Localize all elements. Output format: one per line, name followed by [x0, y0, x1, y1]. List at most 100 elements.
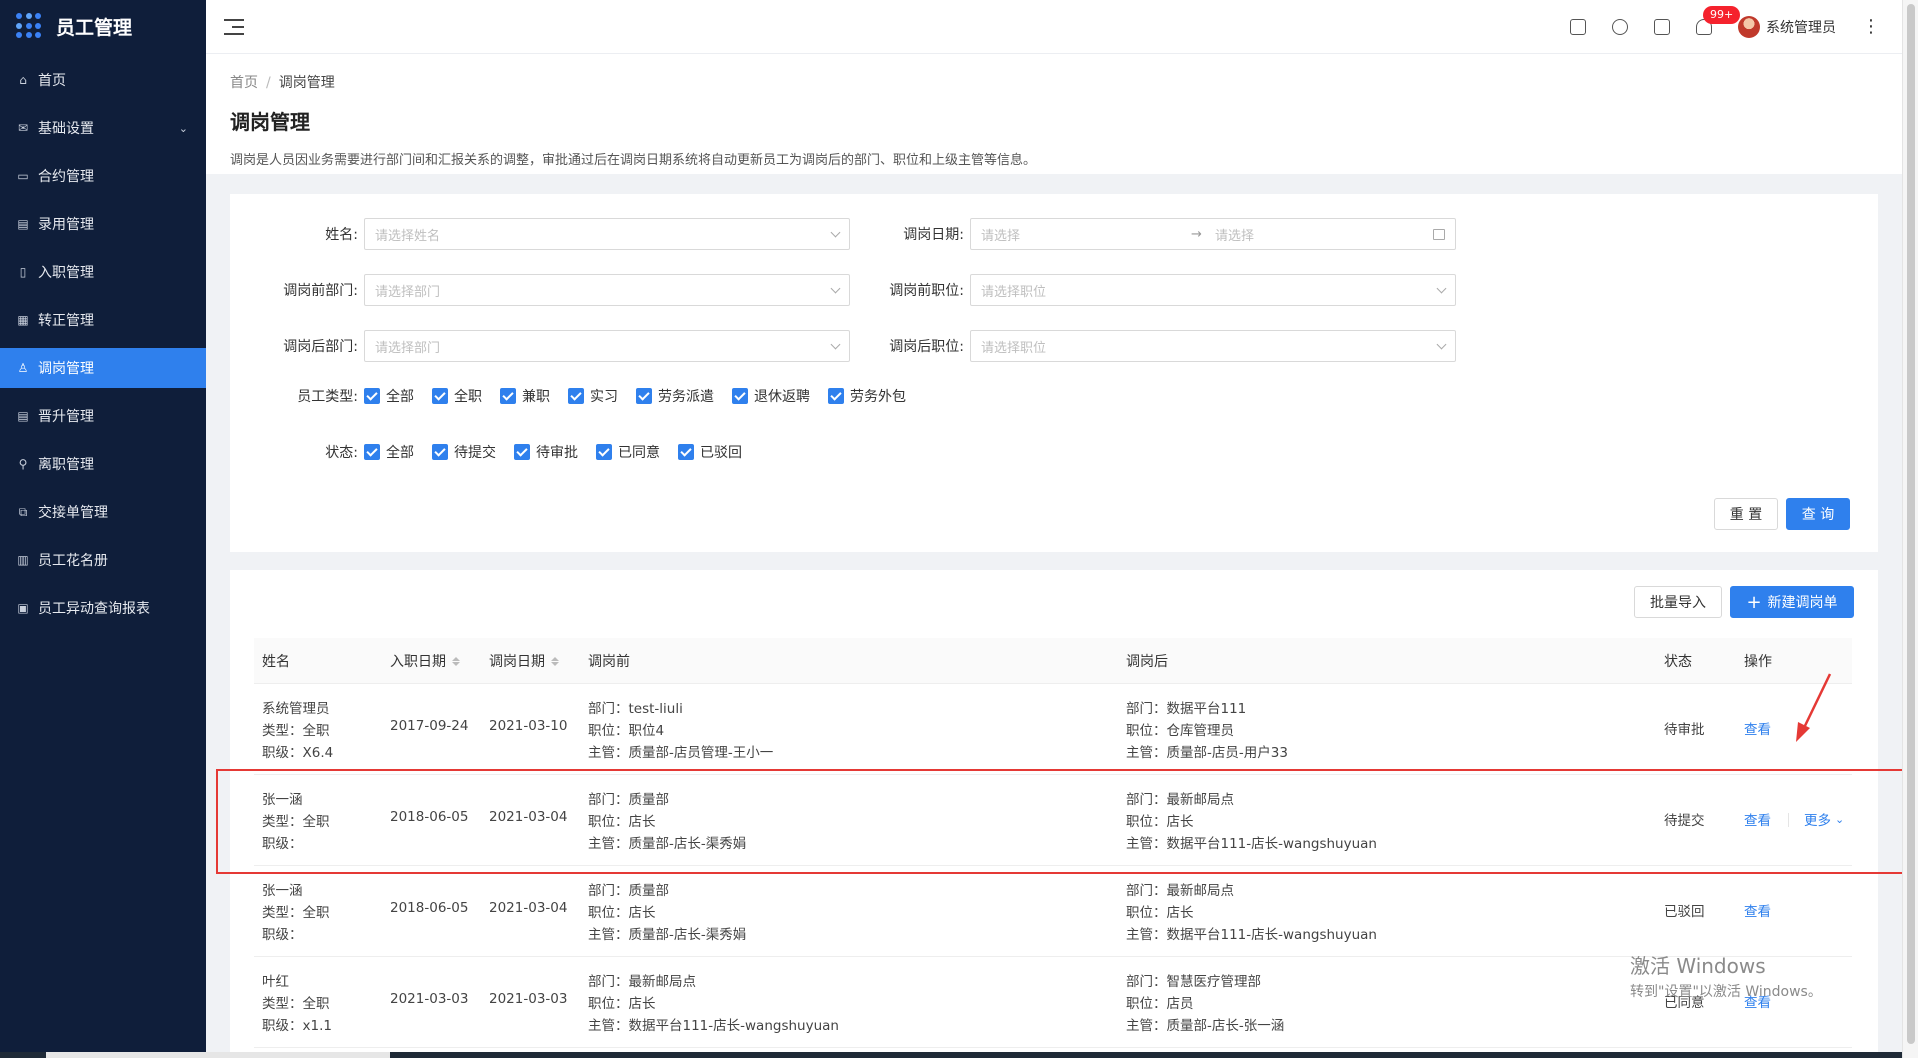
emp-type-checkbox[interactable]: 全职	[432, 386, 482, 406]
sort-icon[interactable]	[551, 656, 559, 666]
arrow-right-icon: →	[1191, 226, 1202, 242]
before-pos: 职位：店长	[588, 905, 656, 921]
query-button[interactable]: 查 询	[1786, 498, 1850, 530]
emp-type-checkbox[interactable]: 劳务派遣	[636, 386, 714, 406]
sidebar-item-label: 首页	[38, 73, 66, 89]
emp-type-label: 员工类型:	[297, 389, 358, 405]
employee-name: 系统管理员	[262, 701, 330, 717]
before-pos-label: 调岗前职位:	[889, 283, 964, 299]
horizontal-scrollbar[interactable]	[0, 1052, 1902, 1058]
bell-icon[interactable]: 99+	[1696, 5, 1741, 35]
after-manager: 主管：数据平台111-店长-wangshuyuan	[1126, 836, 1377, 852]
emp-type-checkbox[interactable]: 劳务外包	[828, 386, 906, 406]
sidebar-item-promotion[interactable]: ▤ 晋升管理	[0, 396, 206, 436]
chevron-down-icon: ⌄	[178, 121, 188, 135]
col-transfer-date-label: 调岗日期	[489, 654, 545, 670]
sidebar-item-resignation[interactable]: ⚲ 离职管理	[0, 444, 206, 484]
sidebar-item-basic-settings[interactable]: ✉ 基础设置 ⌄	[0, 108, 206, 148]
view-link[interactable]: 查看	[1744, 900, 1771, 920]
sidebar-item-roster[interactable]: ▥ 员工花名册	[0, 540, 206, 580]
col-hire-date-label: 入职日期	[390, 654, 446, 670]
hire-date: 2018-06-05	[390, 809, 469, 825]
sidebar-item-home[interactable]: ⌂ 首页	[0, 60, 206, 100]
before-pos-select[interactable]: 请选择职位	[970, 274, 1456, 306]
home-icon[interactable]	[1570, 18, 1586, 35]
breadcrumb-current: 调岗管理	[278, 75, 335, 91]
sidebar-item-change-report[interactable]: ▣ 员工异动查询报表	[0, 588, 206, 628]
col-hire-date[interactable]: 入职日期	[390, 638, 460, 684]
checkbox-label: 已驳回	[700, 445, 742, 461]
checkbox-label: 兼职	[522, 389, 550, 405]
name-select[interactable]: 请选择姓名	[364, 218, 850, 250]
help-icon[interactable]	[1612, 18, 1628, 35]
status-checkbox[interactable]: 待提交	[432, 442, 496, 462]
scrollbar-thumb[interactable]	[1907, 4, 1915, 1044]
sidebar-item-handover[interactable]: ⧉ 交接单管理	[0, 492, 206, 532]
status-text: 待审批	[1664, 722, 1705, 738]
status-checkbox[interactable]: 待审批	[514, 442, 578, 462]
before-pos: 职位：职位4	[588, 723, 665, 739]
emp-type-checkbox[interactable]: 退休返聘	[732, 386, 810, 406]
status-checkbox[interactable]: 已同意	[596, 442, 660, 462]
reset-button[interactable]: 重 置	[1714, 498, 1778, 530]
sidebar-item-hiring[interactable]: ▤ 录用管理	[0, 204, 206, 244]
calendar-icon: ▭	[17, 169, 29, 183]
after-pos-select[interactable]: 请选择职位	[970, 330, 1456, 362]
more-dropdown[interactable]: 更多 ⌄	[1804, 809, 1845, 830]
before-manager: 主管：质量部-店长-渠秀娟	[588, 927, 747, 943]
status-checkboxes: 全部 待提交 待审批 已同意 已驳回	[364, 442, 742, 462]
transfer-date: 2021-03-03	[489, 991, 568, 1007]
checkbox-checked-icon	[364, 444, 380, 460]
status-checkbox[interactable]: 已驳回	[678, 442, 742, 462]
menu-fold-icon[interactable]	[224, 18, 244, 35]
before-manager: 主管：质量部-店员管理-王小一	[588, 745, 774, 761]
home-icon: ⌂	[19, 73, 27, 87]
scrollbar-thumb[interactable]	[46, 1052, 390, 1058]
before-pos: 职位：店长	[588, 814, 656, 830]
vertical-scrollbar[interactable]	[1902, 0, 1918, 1058]
sidebar: 员工管理 ⌂ 首页 ✉ 基础设置 ⌄ ▭ 合约管理 ▤ 录用管理 ▯ 入职管理 ▦ 转正管理 …	[0, 0, 206, 1058]
report-icon: ▣	[17, 601, 29, 615]
sidebar-item-label: 员工花名册	[38, 553, 108, 569]
status-checkbox[interactable]: 全部	[364, 442, 414, 462]
view-link[interactable]: 查看	[1744, 718, 1771, 738]
emp-type-checkbox[interactable]: 兼职	[500, 386, 550, 406]
status-text: 已驳回	[1664, 904, 1705, 920]
after-dept: 部门：数据平台111	[1126, 701, 1247, 717]
sidebar-item-regularization[interactable]: ▦ 转正管理	[0, 300, 206, 340]
app-title: 员工管理	[56, 16, 133, 39]
checkbox-checked-icon	[432, 444, 448, 460]
col-transfer-date[interactable]: 调岗日期	[489, 638, 559, 684]
sidebar-item-label: 晋升管理	[38, 409, 94, 425]
chevron-down-icon	[830, 227, 841, 237]
sidebar-item-onboarding[interactable]: ▯ 入职管理	[0, 252, 206, 292]
view-link[interactable]: 查看	[1744, 809, 1771, 829]
sidebar-item-contract[interactable]: ▭ 合约管理	[0, 156, 206, 196]
grid-icon: ▦	[17, 313, 29, 327]
more-vertical-icon[interactable]: ⋮	[1862, 16, 1880, 37]
name-cell: 张一涵 类型：全职 职级：	[262, 880, 330, 946]
apps-icon[interactable]	[1654, 18, 1670, 35]
sort-icon[interactable]	[452, 656, 460, 666]
create-transfer-button[interactable]: + 新建调岗单	[1730, 586, 1854, 618]
employee-level: 职级：	[262, 836, 303, 852]
date-end[interactable]: 请选择	[1215, 225, 1433, 244]
before-dept-placeholder: 请选择部门	[375, 284, 441, 300]
after-cell: 部门：数据平台111 职位：仓库管理员 主管：质量部-店员-用户33	[1126, 698, 1288, 764]
date-range-picker[interactable]: 请选择 → 请选择	[970, 218, 1456, 250]
emp-type-checkbox[interactable]: 全部	[364, 386, 414, 406]
after-dept-select[interactable]: 请选择部门	[364, 330, 850, 362]
emp-type-checkbox[interactable]: 实习	[568, 386, 618, 406]
col-after: 调岗后	[1126, 654, 1168, 670]
brand[interactable]: 员工管理	[0, 0, 206, 52]
sidebar-item-transfer[interactable]: ♙ 调岗管理	[0, 348, 206, 388]
before-dept-select[interactable]: 请选择部门	[364, 274, 850, 306]
checkbox-label: 全部	[386, 445, 414, 461]
user-menu[interactable]: 系统管理员	[1738, 15, 1836, 38]
chevron-down-icon: ⌄	[1835, 812, 1845, 826]
employee-name: 张一涵	[262, 792, 303, 808]
breadcrumb-home[interactable]: 首页	[230, 75, 258, 91]
batch-import-button[interactable]: 批量导入	[1634, 586, 1722, 618]
date-start[interactable]: 请选择	[981, 225, 1191, 244]
checkbox-label: 实习	[590, 389, 618, 405]
